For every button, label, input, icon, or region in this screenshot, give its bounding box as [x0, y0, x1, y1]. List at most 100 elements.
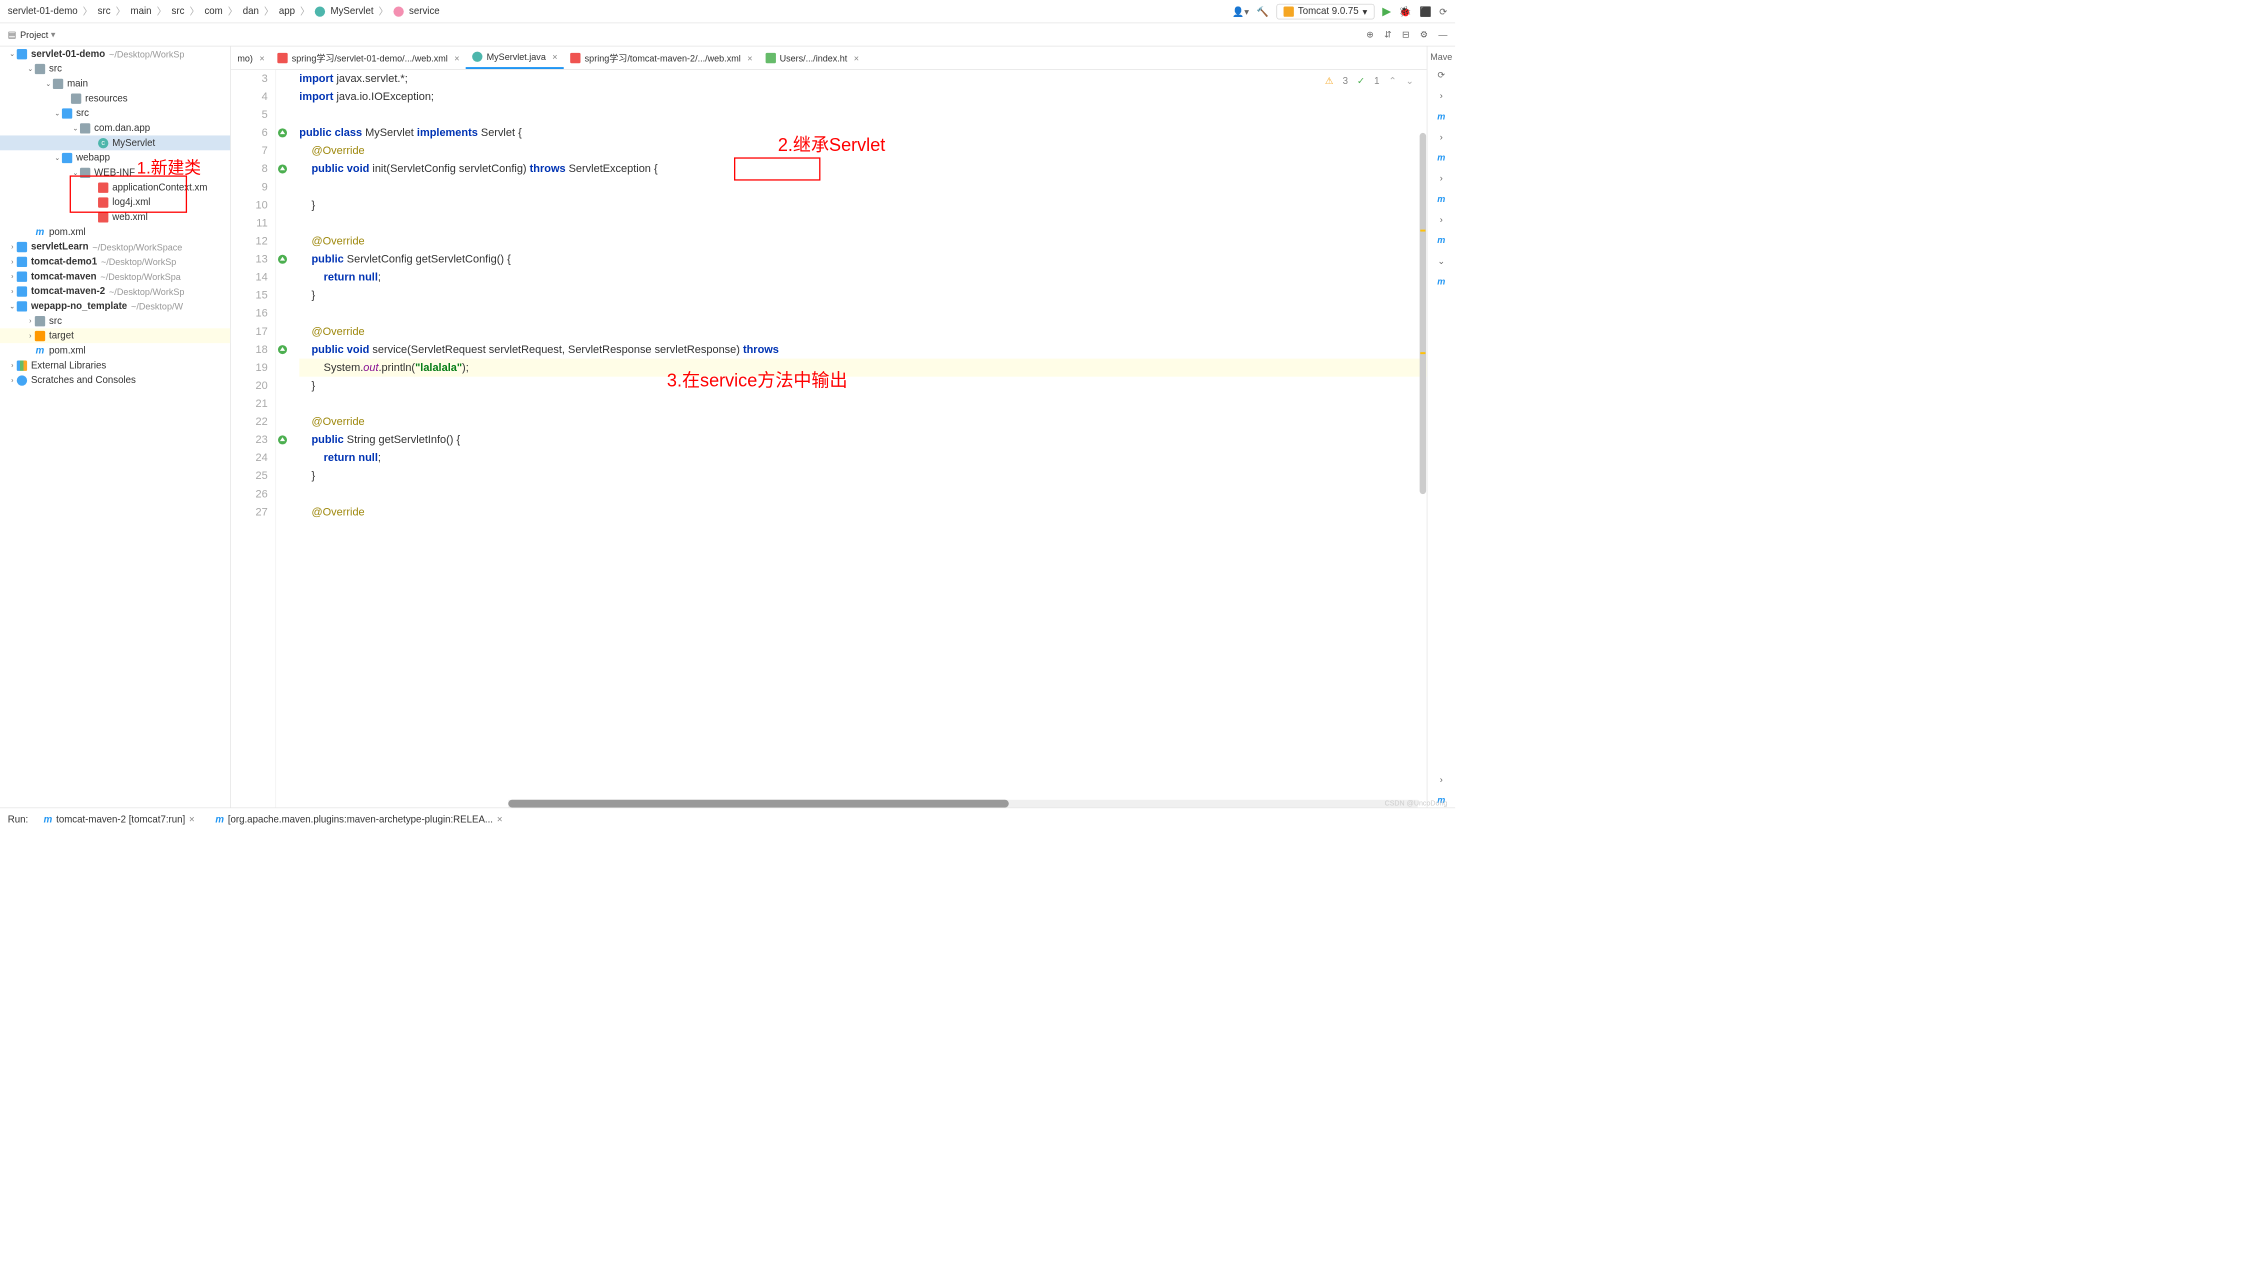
- expand-icon[interactable]: ›: [1434, 212, 1449, 227]
- close-icon[interactable]: ×: [747, 53, 752, 63]
- dropdown-arrow-icon[interactable]: ▾: [51, 29, 56, 40]
- code-line[interactable]: public String getServletInfo() {: [299, 431, 1426, 449]
- code-line[interactable]: @Override: [299, 323, 1426, 341]
- run-button[interactable]: ▶: [1382, 5, 1391, 19]
- expand-icon[interactable]: ›: [1434, 129, 1449, 144]
- code-line[interactable]: return null;: [299, 449, 1426, 467]
- settings-icon[interactable]: ⚙: [1420, 29, 1428, 40]
- code-line[interactable]: public void service(ServletRequest servl…: [299, 341, 1426, 359]
- expand-arrow-icon[interactable]: ⌄: [53, 154, 62, 162]
- close-icon[interactable]: ×: [854, 53, 859, 63]
- code-line[interactable]: [299, 304, 1426, 322]
- line-number-gutter[interactable]: 3456789101112131415161718192021222324252…: [231, 70, 276, 808]
- stop-button[interactable]: ⬛: [1419, 5, 1431, 17]
- run-config-dropdown[interactable]: Tomcat 9.0.75 ▾: [1277, 4, 1375, 19]
- expand-icon[interactable]: ›: [1434, 170, 1449, 185]
- code-line[interactable]: public class MyServlet implements Servle…: [299, 124, 1426, 142]
- code-line[interactable]: [299, 395, 1426, 413]
- tree-folder[interactable]: › src: [0, 313, 230, 328]
- tree-folder[interactable]: ⌄ WEB-INF: [0, 165, 230, 180]
- line-number[interactable]: 10: [231, 196, 268, 214]
- code-line[interactable]: [299, 485, 1426, 503]
- line-number[interactable]: 26: [231, 485, 268, 503]
- tree-scratches[interactable]: › Scratches and Consoles: [0, 373, 230, 388]
- code-line[interactable]: @Override: [299, 232, 1426, 250]
- expand-arrow-icon[interactable]: ⌄: [44, 79, 53, 87]
- project-label[interactable]: Project: [20, 29, 48, 39]
- maven-icon[interactable]: m: [1434, 191, 1449, 206]
- maven-panel-label[interactable]: Mave: [1430, 52, 1452, 62]
- expand-arrow-icon[interactable]: ⌄: [8, 302, 17, 310]
- tree-file[interactable]: m pom.xml: [0, 343, 230, 358]
- tree-folder[interactable]: › target: [0, 328, 230, 343]
- tree-external-libraries[interactable]: › External Libraries: [0, 358, 230, 373]
- code-line[interactable]: System.out.println("lalalala");: [299, 359, 1426, 377]
- maven-icon[interactable]: m: [1434, 108, 1449, 123]
- close-icon[interactable]: ×: [259, 53, 264, 63]
- expand-arrow-icon[interactable]: ⌄: [26, 65, 35, 73]
- tree-module[interactable]: › tomcat-maven-2 ~/Desktop/WorkSp: [0, 284, 230, 299]
- line-number[interactable]: 20: [231, 377, 268, 395]
- tree-module[interactable]: › servletLearn ~/Desktop/WorkSpace: [0, 239, 230, 254]
- code-area[interactable]: 3456789101112131415161718192021222324252…: [231, 70, 1427, 808]
- nav-up-icon[interactable]: ⌃: [1389, 75, 1397, 87]
- code-line[interactable]: [299, 214, 1426, 232]
- expand-arrow-icon[interactable]: ⌄: [8, 50, 17, 58]
- expand-arrow-icon[interactable]: ›: [8, 362, 17, 370]
- warning-icon[interactable]: ⚠: [1325, 75, 1334, 87]
- debug-button[interactable]: 🐞: [1399, 5, 1412, 18]
- code-line[interactable]: public void init(ServletConfig servletCo…: [299, 160, 1426, 178]
- run-tab[interactable]: m [org.apache.maven.plugins:maven-archet…: [210, 814, 507, 825]
- expand-arrow-icon[interactable]: ›: [8, 287, 17, 295]
- scrollbar-thumb[interactable]: [1420, 133, 1426, 494]
- editor-tab[interactable]: mo) ×: [231, 46, 271, 69]
- expand-arrow-icon[interactable]: ›: [8, 243, 17, 251]
- code-line[interactable]: import java.io.IOException;: [299, 88, 1426, 106]
- expand-icon[interactable]: ⇵: [1384, 29, 1392, 40]
- override-marker-icon[interactable]: [278, 345, 287, 354]
- line-number[interactable]: 13: [231, 250, 268, 268]
- expand-icon[interactable]: ⌄: [1434, 253, 1449, 268]
- tree-module[interactable]: ⌄ wepapp-no_template ~/Desktop/W: [0, 299, 230, 314]
- tree-project-root[interactable]: ⌄ servlet-01-demo ~/Desktop/WorkSp: [0, 46, 230, 61]
- line-number[interactable]: 12: [231, 232, 268, 250]
- breadcrumb-item[interactable]: service: [409, 6, 440, 17]
- code-line[interactable]: return null;: [299, 268, 1426, 286]
- editor-tab[interactable]: spring学习/tomcat-maven-2/.../web.xml ×: [564, 46, 759, 69]
- expand-arrow-icon[interactable]: ›: [26, 332, 35, 340]
- line-number[interactable]: 18: [231, 341, 268, 359]
- expand-icon[interactable]: ›: [1434, 88, 1449, 103]
- code-content[interactable]: import javax.servlet.*;import java.io.IO…: [292, 70, 1427, 808]
- line-number[interactable]: 17: [231, 323, 268, 341]
- tree-file[interactable]: m pom.xml: [0, 224, 230, 239]
- maven-icon[interactable]: m: [1434, 150, 1449, 165]
- scrollbar-thumb[interactable]: [508, 800, 1008, 808]
- maven-icon[interactable]: m: [1434, 273, 1449, 288]
- line-number[interactable]: 19: [231, 359, 268, 377]
- expand-arrow-icon[interactable]: [62, 94, 71, 102]
- run-tab[interactable]: m tomcat-maven-2 [tomcat7:run] ×: [38, 814, 199, 825]
- line-number[interactable]: 4: [231, 88, 268, 106]
- breadcrumb-item[interactable]: dan: [243, 6, 259, 17]
- select-opened-icon[interactable]: ⊕: [1366, 29, 1374, 40]
- code-line[interactable]: @Override: [299, 142, 1426, 160]
- check-icon[interactable]: ✓: [1357, 75, 1365, 87]
- editor-tab[interactable]: Users/.../index.ht ×: [759, 46, 866, 69]
- expand-icon[interactable]: ›: [1434, 771, 1449, 786]
- code-line[interactable]: }: [299, 467, 1426, 485]
- collapse-icon[interactable]: ⊟: [1402, 29, 1410, 40]
- breadcrumb-item[interactable]: servlet-01-demo: [8, 6, 78, 17]
- line-number[interactable]: 5: [231, 106, 268, 124]
- code-line[interactable]: }: [299, 377, 1426, 395]
- tree-file[interactable]: web.xml: [0, 210, 230, 225]
- line-number[interactable]: 16: [231, 304, 268, 322]
- breadcrumb-item[interactable]: src: [98, 6, 111, 17]
- tree-folder[interactable]: ⌄ webapp: [0, 150, 230, 165]
- tree-folder[interactable]: resources: [0, 91, 230, 106]
- tree-module[interactable]: › tomcat-demo1 ~/Desktop/WorkSp: [0, 254, 230, 269]
- user-icon[interactable]: 👤▾: [1232, 5, 1249, 17]
- breadcrumb-item[interactable]: main: [131, 6, 152, 17]
- close-icon[interactable]: ×: [454, 53, 459, 63]
- code-line[interactable]: }: [299, 286, 1426, 304]
- code-line[interactable]: }: [299, 196, 1426, 214]
